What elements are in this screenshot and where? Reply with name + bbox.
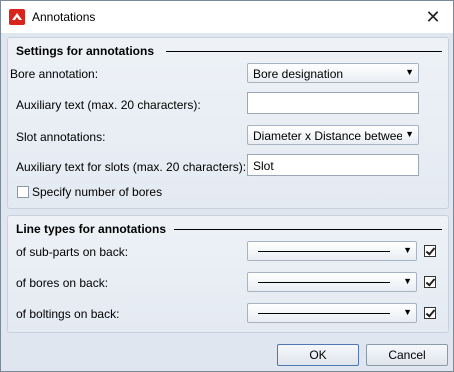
bores-line-label: of bores on back: [16, 276, 109, 290]
chevron-down-icon: ▼ [405, 67, 414, 77]
close-button[interactable]: ✕ [413, 1, 453, 33]
bores-line-dropdown[interactable]: ▼ [247, 272, 417, 292]
bore-annotation-dropdown[interactable]: Bore designation ▼ [247, 63, 419, 83]
line-sample [258, 282, 390, 283]
subparts-line-checkbox[interactable] [424, 245, 436, 257]
boltings-line-label: of boltings on back: [16, 307, 120, 321]
line-types-group: Line types for annotations of sub-parts … [7, 215, 449, 333]
chevron-down-icon: ▼ [403, 245, 412, 255]
close-icon: ✕ [425, 6, 441, 27]
aux-text-field[interactable] [247, 92, 419, 114]
line-sample [258, 313, 390, 314]
bore-annotation-value: Bore designation [253, 67, 344, 81]
line-types-group-divider [174, 229, 442, 230]
window-title: Annotations [32, 10, 96, 24]
settings-group-divider [166, 51, 442, 52]
chevron-down-icon: ▼ [405, 129, 414, 139]
specify-bores-checkbox[interactable] [17, 186, 29, 198]
cancel-button[interactable]: Cancel [366, 344, 448, 366]
annotations-dialog: Annotations ✕ Settings for annotations B… [0, 0, 454, 372]
slot-annotations-value: Diameter x Distance between [253, 129, 402, 143]
chevron-down-icon: ▼ [403, 307, 412, 317]
aux-slots-field[interactable]: Slot [247, 154, 419, 176]
specify-bores-label: Specify number of bores [32, 185, 163, 199]
bore-annotation-label: Bore annotation: [10, 67, 99, 81]
aux-text-label: Auxiliary text (max. 20 characters): [16, 98, 201, 112]
line-sample [258, 251, 390, 252]
chevron-down-icon: ▼ [403, 276, 412, 286]
ok-button[interactable]: OK [277, 344, 359, 366]
slot-annotations-label: Slot annotations: [16, 130, 106, 144]
settings-group: Settings for annotations Bore annotation… [7, 37, 449, 209]
subparts-line-dropdown[interactable]: ▼ [247, 241, 417, 261]
line-types-group-title: Line types for annotations [16, 222, 167, 236]
subparts-line-label: of sub-parts on back: [16, 245, 129, 259]
bores-line-checkbox[interactable] [424, 276, 436, 288]
title-bar: Annotations ✕ [1, 1, 453, 33]
settings-group-title: Settings for annotations [16, 44, 154, 58]
slot-annotations-dropdown[interactable]: Diameter x Distance between ▼ [247, 125, 419, 145]
dialog-client-area: Settings for annotations Bore annotation… [1, 33, 453, 371]
aux-slots-label: Auxiliary text for slots (max. 20 charac… [16, 160, 247, 174]
boltings-line-checkbox[interactable] [424, 307, 436, 319]
boltings-line-dropdown[interactable]: ▼ [247, 303, 417, 323]
app-logo-icon [9, 9, 25, 25]
